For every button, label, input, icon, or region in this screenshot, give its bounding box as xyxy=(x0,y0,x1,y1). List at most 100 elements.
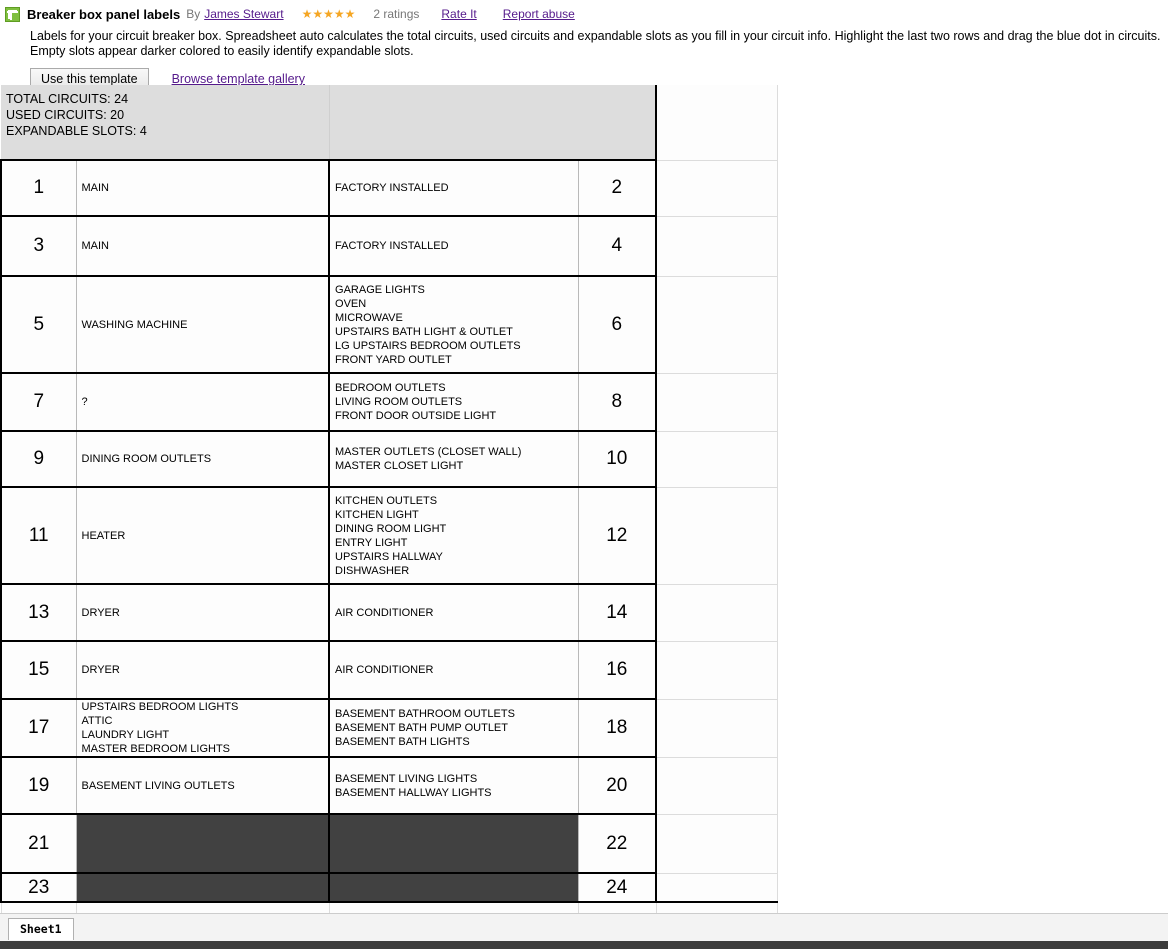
circuit-number-left[interactable]: 11 xyxy=(1,487,76,584)
template-title-row: Breaker box panel labels By James Stewar… xyxy=(0,4,1168,24)
empty-slot-cell-left[interactable] xyxy=(76,873,329,902)
circuit-number-left[interactable]: 23 xyxy=(1,873,76,902)
pad-cell[interactable] xyxy=(656,216,777,276)
circuit-number-right[interactable]: 2 xyxy=(578,160,656,216)
empty-slot-cell-right[interactable] xyxy=(329,814,578,873)
circuit-number-left[interactable]: 15 xyxy=(1,641,76,699)
circuit-number-left[interactable]: 17 xyxy=(1,699,76,757)
circuit-label-left[interactable]: HEATER xyxy=(76,487,329,584)
circuit-label-left-text: BASEMENT LIVING OUTLETS xyxy=(82,779,329,793)
circuit-number-left[interactable]: 21 xyxy=(1,814,76,873)
rate-it-link[interactable]: Rate It xyxy=(441,7,476,21)
circuit-label-left[interactable]: UPSTAIRS BEDROOM LIGHTS ATTIC LAUNDRY LI… xyxy=(76,699,329,757)
circuit-number-left[interactable]: 3 xyxy=(1,216,76,276)
summary-blank-cell[interactable] xyxy=(329,85,656,160)
circuit-label-right[interactable]: FACTORY INSTALLED xyxy=(329,160,578,216)
circuit-number-right[interactable]: 20 xyxy=(578,757,656,814)
pad-cell[interactable] xyxy=(656,641,777,699)
circuit-number-left[interactable]: 13 xyxy=(1,584,76,641)
circuit-label-right-text: AIR CONDITIONER xyxy=(335,606,578,620)
circuit-label-left-text: MAIN xyxy=(82,181,329,195)
summary-cell[interactable]: TOTAL CIRCUITS: 24USED CIRCUITS: 20EXPAN… xyxy=(1,85,329,160)
pad-cell[interactable] xyxy=(656,873,777,902)
circuit-number-right[interactable]: 24 xyxy=(578,873,656,902)
circuit-label-right[interactable]: BASEMENT BATHROOM OUTLETS BASEMENT BATH … xyxy=(329,699,578,757)
circuit-label-right-text: FACTORY INSTALLED xyxy=(335,239,578,253)
trailing-blank-row xyxy=(1,902,777,913)
report-abuse-link[interactable]: Report abuse xyxy=(503,7,575,21)
circuit-number-right[interactable]: 8 xyxy=(578,373,656,431)
circuit-label-left[interactable]: WASHING MACHINE xyxy=(76,276,329,373)
author-link[interactable]: James Stewart xyxy=(204,7,283,21)
circuit-label-right[interactable]: GARAGE LIGHTS OVEN MICROWAVE UPSTAIRS BA… xyxy=(329,276,578,373)
circuit-label-right-text: MASTER OUTLETS (CLOSET WALL) MASTER CLOS… xyxy=(335,445,578,473)
blank-cell[interactable] xyxy=(578,902,656,913)
table-row: 17UPSTAIRS BEDROOM LIGHTS ATTIC LAUNDRY … xyxy=(1,699,777,757)
circuit-label-right[interactable]: KITCHEN OUTLETS KITCHEN LIGHT DINING ROO… xyxy=(329,487,578,584)
circuit-label-left[interactable]: BASEMENT LIVING OUTLETS xyxy=(76,757,329,814)
table-row: 5WASHING MACHINEGARAGE LIGHTS OVEN MICRO… xyxy=(1,276,777,373)
ratings-count: 2 ratings xyxy=(373,7,419,21)
pad-cell[interactable] xyxy=(656,276,777,373)
circuit-label-right[interactable]: FACTORY INSTALLED xyxy=(329,216,578,276)
circuit-number-left[interactable]: 19 xyxy=(1,757,76,814)
circuit-number-right[interactable]: 16 xyxy=(578,641,656,699)
pad-cell[interactable] xyxy=(656,584,777,641)
pad-cell[interactable] xyxy=(656,699,777,757)
pad-cell[interactable] xyxy=(656,373,777,431)
circuit-number-left[interactable]: 7 xyxy=(1,373,76,431)
template-description: Labels for your circuit breaker box. Spr… xyxy=(30,29,1168,59)
pad-cell[interactable] xyxy=(656,85,777,160)
circuit-number-right[interactable]: 6 xyxy=(578,276,656,373)
pad-cell[interactable] xyxy=(656,431,777,487)
circuit-label-left-text: DRYER xyxy=(82,606,329,620)
blank-cell[interactable] xyxy=(656,902,777,913)
blank-cell[interactable] xyxy=(76,902,329,913)
circuit-label-right-text: BASEMENT BATHROOM OUTLETS BASEMENT BATH … xyxy=(335,707,578,749)
pad-cell[interactable] xyxy=(656,487,777,584)
circuit-number-left[interactable]: 1 xyxy=(1,160,76,216)
table-row: 13 DRYER AIR CONDITIONER14 xyxy=(1,584,777,641)
pad-cell[interactable] xyxy=(656,757,777,814)
circuit-label-left[interactable]: MAIN xyxy=(76,160,329,216)
table-row: 21 22 xyxy=(1,814,777,873)
circuit-label-right-text: BASEMENT LIVING LIGHTS BASEMENT HALLWAY … xyxy=(335,772,578,800)
circuit-number-right[interactable]: 18 xyxy=(578,699,656,757)
pad-cell[interactable] xyxy=(656,160,777,216)
circuit-label-left[interactable]: DRYER xyxy=(76,641,329,699)
circuit-label-right[interactable]: BASEMENT LIVING LIGHTS BASEMENT HALLWAY … xyxy=(329,757,578,814)
circuit-label-right[interactable]: MASTER OUTLETS (CLOSET WALL) MASTER CLOS… xyxy=(329,431,578,487)
spreadsheet-area[interactable]: TOTAL CIRCUITS: 24USED CIRCUITS: 20EXPAN… xyxy=(0,85,1168,913)
browse-template-gallery-link[interactable]: Browse template gallery xyxy=(172,72,305,86)
blank-cell[interactable] xyxy=(329,902,578,913)
blank-cell[interactable] xyxy=(1,902,76,913)
circuit-label-right[interactable]: AIR CONDITIONER xyxy=(329,641,578,699)
circuit-number-right[interactable]: 22 xyxy=(578,814,656,873)
empty-slot-cell-right[interactable] xyxy=(329,873,578,902)
template-header: Breaker box panel labels By James Stewar… xyxy=(0,0,1168,85)
table-row: 9DINING ROOM OUTLETSMASTER OUTLETS (CLOS… xyxy=(1,431,777,487)
circuit-label-left[interactable]: DRYER xyxy=(76,584,329,641)
pad-cell[interactable] xyxy=(656,814,777,873)
circuit-label-left-text: UPSTAIRS BEDROOM LIGHTS ATTIC LAUNDRY LI… xyxy=(82,700,329,756)
sheet-tab-sheet1[interactable]: Sheet1 xyxy=(8,918,74,940)
circuit-label-left[interactable]: MAIN xyxy=(76,216,329,276)
circuit-label-left-text: DRYER xyxy=(82,663,329,677)
circuit-number-right[interactable]: 10 xyxy=(578,431,656,487)
circuit-number-right[interactable]: 4 xyxy=(578,216,656,276)
circuit-number-right[interactable]: 12 xyxy=(578,487,656,584)
circuit-number-left[interactable]: 5 xyxy=(1,276,76,373)
table-row: 19 BASEMENT LIVING OUTLETS BASEMENT LIVING… xyxy=(1,757,777,814)
summary-total-circuits: TOTAL CIRCUITS: 24 xyxy=(6,91,329,107)
empty-slot-cell-left[interactable] xyxy=(76,814,329,873)
circuit-label-left[interactable]: ? xyxy=(76,373,329,431)
circuit-label-right-text: KITCHEN OUTLETS KITCHEN LIGHT DINING ROO… xyxy=(335,494,578,578)
circuit-label-left[interactable]: DINING ROOM OUTLETS xyxy=(76,431,329,487)
circuit-number-left[interactable]: 9 xyxy=(1,431,76,487)
circuit-label-left-text: MAIN xyxy=(82,239,329,253)
table-row: 11HEATERKITCHEN OUTLETS KITCHEN LIGHT DI… xyxy=(1,487,777,584)
circuit-number-right[interactable]: 14 xyxy=(578,584,656,641)
page-title: Breaker box panel labels xyxy=(27,7,180,22)
circuit-label-right[interactable]: AIR CONDITIONER xyxy=(329,584,578,641)
circuit-label-right[interactable]: BEDROOM OUTLETS LIVING ROOM OUTLETS FRON… xyxy=(329,373,578,431)
